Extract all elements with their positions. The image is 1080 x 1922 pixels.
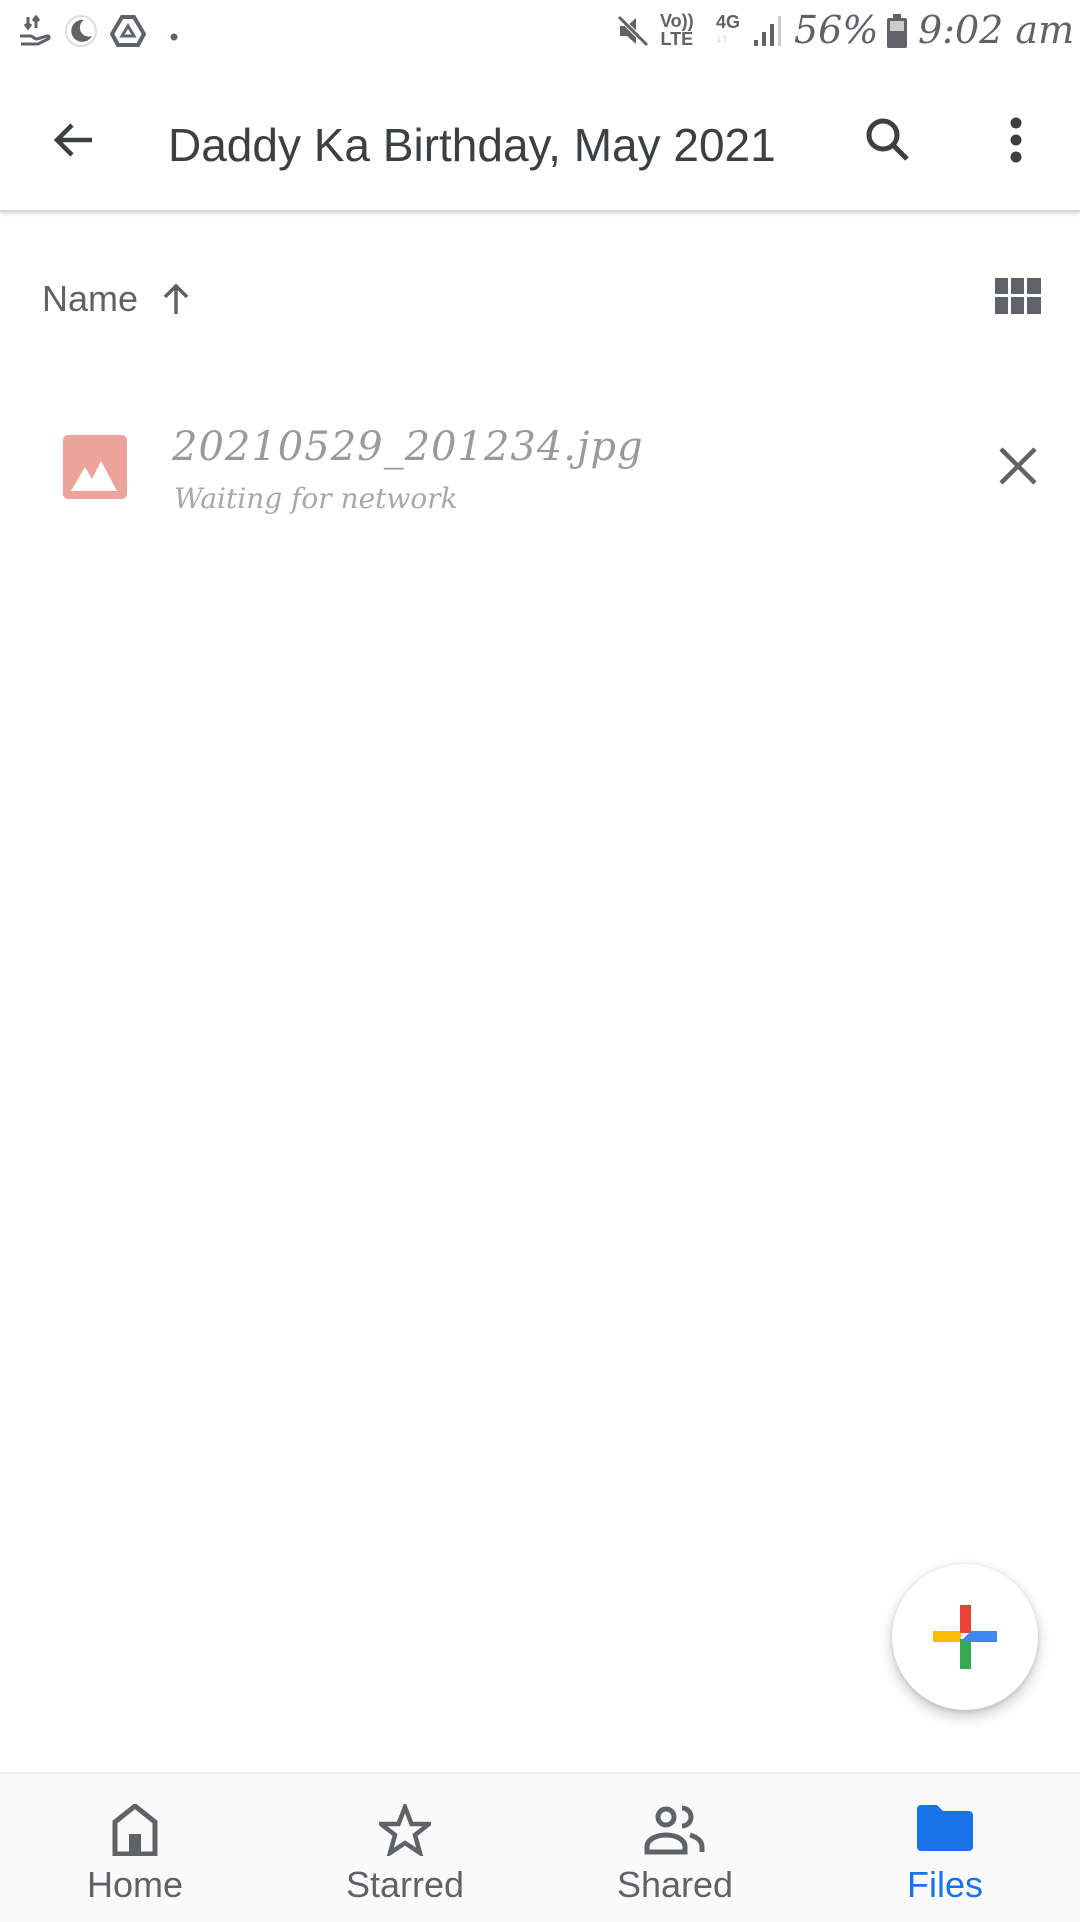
new-button[interactable] [892, 1564, 1038, 1710]
plus-icon [933, 1605, 997, 1674]
4g-icon: 4G ↓↑ [716, 12, 741, 45]
signal-icon [752, 14, 782, 53]
back-button[interactable] [34, 102, 114, 182]
night-mode-icon [64, 14, 98, 53]
file-list-item[interactable]: 20210529_201234.jpg Waiting for network [0, 400, 1080, 535]
arrow-up-icon [160, 282, 192, 321]
dot-icon [170, 28, 178, 46]
nav-item-starred[interactable]: Starred [270, 1774, 540, 1922]
home-icon [111, 1802, 159, 1861]
status-bar: Vo)) LTE 4G ↓↑ 56% 9:02 am [0, 0, 1080, 66]
nav-label-home: Home [86, 1864, 184, 1905]
app-bar: Daddy Ka Birthday, May 2021 [0, 66, 1080, 212]
network-type: 4G [716, 12, 741, 32]
battery-percent: 56% [794, 8, 879, 52]
view-toggle-button[interactable] [978, 262, 1058, 334]
star-icon [374, 1800, 436, 1861]
drive-icon [109, 14, 147, 53]
nav-label-shared: Shared [616, 1864, 734, 1905]
battery-icon [886, 14, 908, 53]
nav-label-files: Files [906, 1864, 983, 1905]
sort-label: Name [42, 278, 139, 319]
page-title: Daddy Ka Birthday, May 2021 [168, 119, 776, 171]
data-transfer-hand-icon [18, 14, 52, 53]
sort-button[interactable]: Name [30, 268, 210, 332]
search-icon [862, 114, 914, 171]
clock: 9:02 am [918, 8, 1075, 52]
nav-label-starred: Starred [345, 1864, 465, 1905]
people-icon [644, 1804, 706, 1861]
volte-icon: Vo)) LTE [660, 12, 694, 48]
more-options-button[interactable] [976, 102, 1056, 182]
nav-item-home[interactable]: Home [0, 1774, 270, 1922]
image-icon [63, 435, 127, 504]
volte-line2: LTE [660, 29, 694, 49]
folder-icon [917, 1804, 973, 1857]
volte-line1: Vo)) [660, 11, 694, 31]
search-button[interactable] [848, 102, 928, 182]
nav-item-shared[interactable]: Shared [540, 1774, 810, 1922]
close-icon [998, 446, 1038, 491]
nav-item-files[interactable]: Files [810, 1774, 1080, 1922]
arrow-back-icon [50, 116, 98, 169]
mute-icon [616, 14, 650, 53]
cancel-upload-button[interactable] [978, 428, 1058, 508]
bottom-navigation: Home Starred Shared Files [0, 1772, 1080, 1922]
file-name: 20210529_201234.jpg [172, 424, 644, 470]
more-vert-icon [1008, 115, 1024, 170]
file-status: Waiting for network [174, 482, 458, 515]
grid-view-icon [995, 277, 1041, 319]
